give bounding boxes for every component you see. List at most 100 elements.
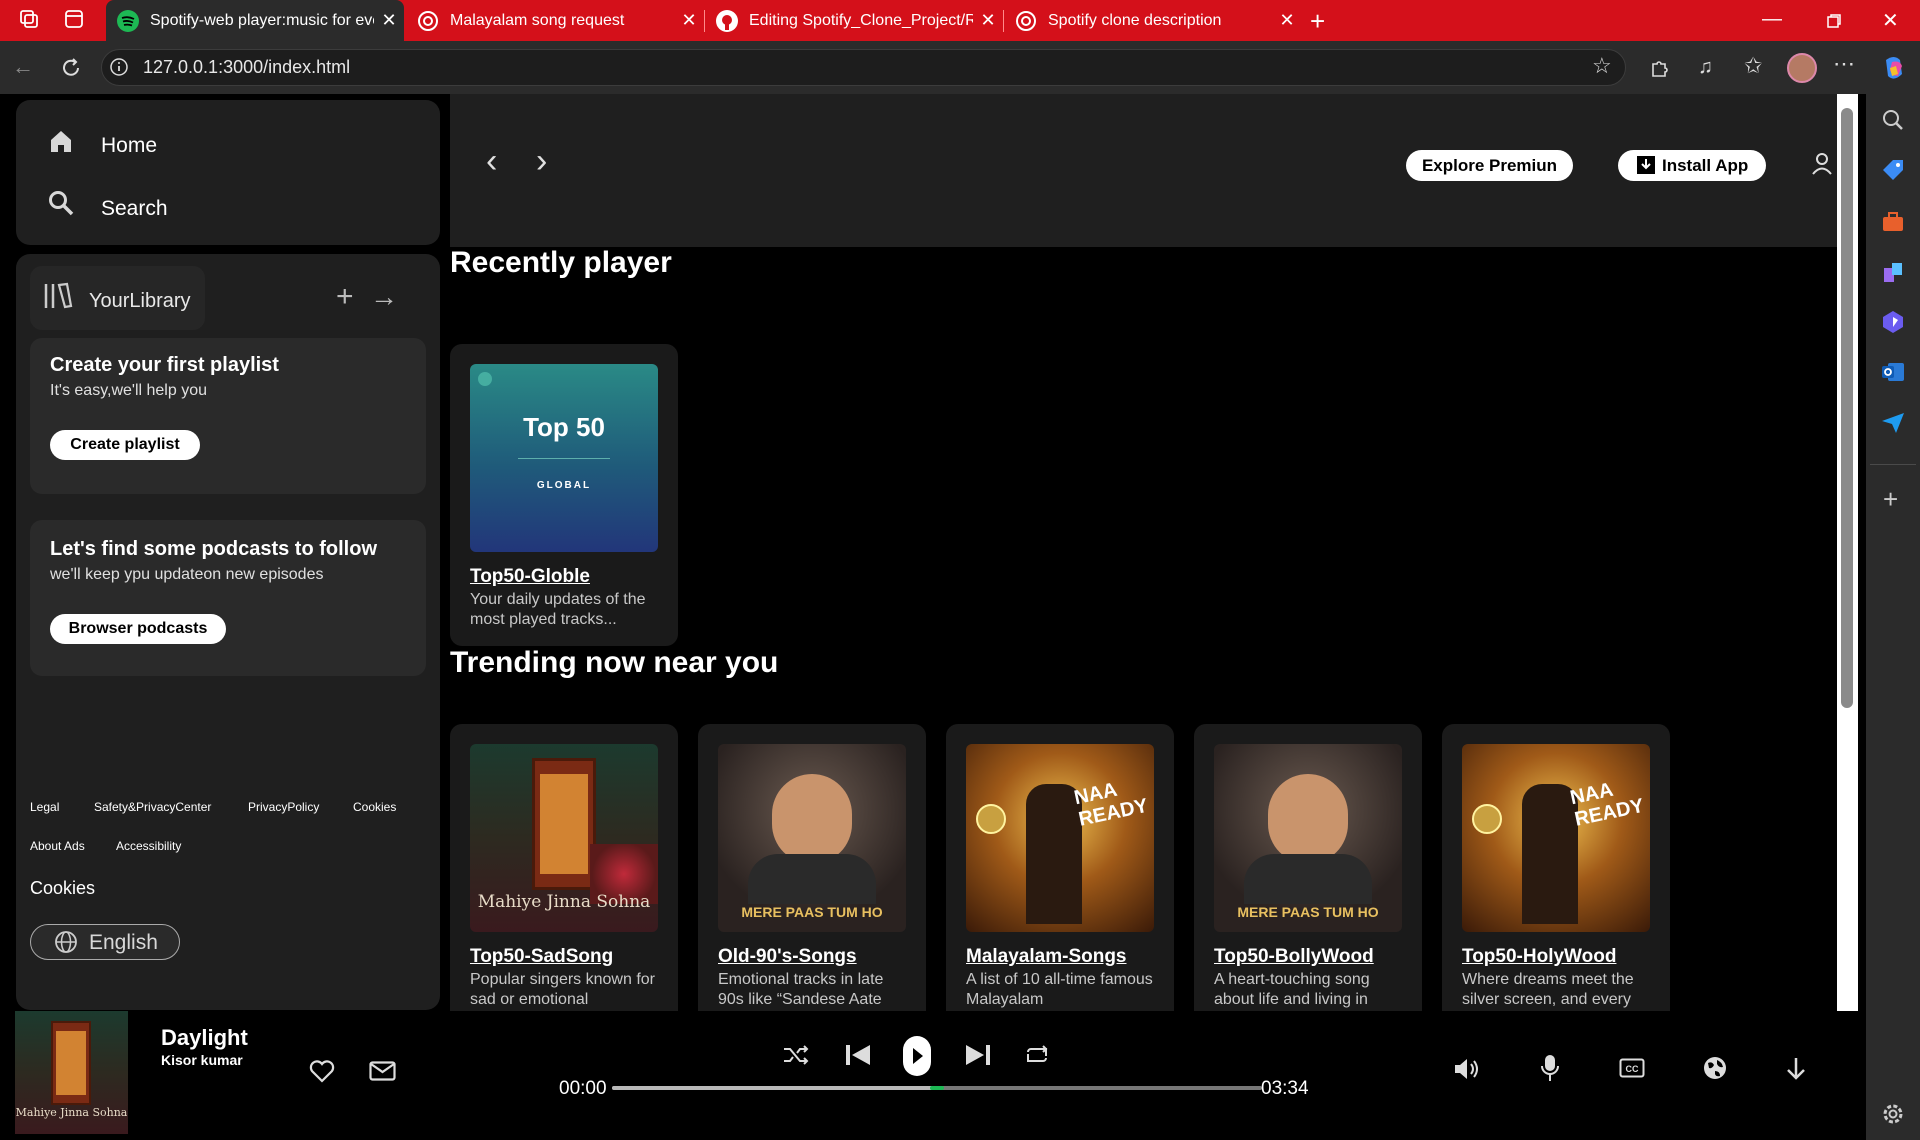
- shuffle-icon[interactable]: [782, 1044, 810, 1066]
- nav-search[interactable]: Search: [101, 197, 168, 221]
- close-tab-icon[interactable]: ✕: [1272, 10, 1302, 31]
- minimize-icon[interactable]: —: [1762, 8, 1782, 31]
- tab-label: Spotify clone description: [1048, 11, 1222, 29]
- heart-icon[interactable]: [309, 1059, 335, 1083]
- closed-captions-icon[interactable]: CC: [1619, 1058, 1645, 1078]
- globe-icon[interactable]: [1702, 1055, 1728, 1081]
- hero-figure-shape: [1026, 784, 1082, 924]
- browser-tabbar: Spotify-web player:music for ever ✕ Mala…: [0, 0, 1920, 41]
- playlist-card[interactable]: Mahiye Jinna Sohna Top50-SadSong Popular…: [450, 724, 678, 1024]
- repeat-icon[interactable]: [1023, 1044, 1051, 1066]
- now-playing-cover[interactable]: Mahiye Jinna Sohna: [15, 1011, 128, 1134]
- copilot-icon[interactable]: [1880, 54, 1908, 82]
- back-icon[interactable]: ←: [12, 56, 34, 78]
- tab-malayalam[interactable]: Malayalam song request ✕: [406, 0, 704, 41]
- user-icon[interactable]: [1811, 152, 1833, 176]
- card-title: Let's find some podcasts to follow: [50, 538, 378, 560]
- scrollbar-thumb[interactable]: [1841, 108, 1853, 708]
- trending-title: Trending now near you: [450, 646, 779, 679]
- card-title[interactable]: Malayalam-Songs: [966, 946, 1127, 968]
- podcasts-card: Let's find some podcasts to follow we'll…: [30, 520, 426, 676]
- footer-link-privacy[interactable]: PrivacyPolicy: [248, 800, 319, 814]
- card-title[interactable]: Old-90's-Songs: [718, 946, 857, 968]
- tab-github[interactable]: Editing Spotify_Clone_Project/RE/ ✕: [705, 0, 1003, 41]
- footer-link-about-ads[interactable]: About Ads: [30, 839, 85, 853]
- profile-avatar[interactable]: [1787, 53, 1817, 83]
- download-arrow-icon[interactable]: [1785, 1056, 1807, 1082]
- copilot-app-icon[interactable]: [1879, 308, 1907, 336]
- card-description: Emotional tracks in late 90s like “Sande…: [718, 971, 884, 1008]
- tab-description[interactable]: Spotify clone description ✕: [1004, 0, 1302, 41]
- next-icon[interactable]: [964, 1043, 992, 1067]
- browse-podcasts-button[interactable]: Browser podcasts: [50, 614, 226, 644]
- add-sidebar-icon[interactable]: +: [1883, 484, 1898, 515]
- reload-icon[interactable]: [59, 56, 83, 80]
- playlist-card[interactable]: Top 50 GLOBAL Top50-Globle Your daily up…: [450, 344, 678, 646]
- outlook-icon[interactable]: [1879, 358, 1907, 386]
- close-window-icon[interactable]: ✕: [1882, 8, 1899, 33]
- card-description: Where dreams meet the silver screen, and…: [1462, 971, 1634, 1008]
- new-tab-icon[interactable]: +: [1310, 6, 1325, 37]
- card-title[interactable]: Top50-BollyWood: [1214, 946, 1374, 968]
- card-title[interactable]: Top50-HolyWood: [1462, 946, 1616, 968]
- send-icon[interactable]: [1879, 408, 1907, 436]
- main-content: ‹ › Explore Premiun Install App Recently…: [450, 94, 1837, 1024]
- playlist-card[interactable]: NAA READY Top50-HolyWood Where dreams me…: [1442, 724, 1670, 1024]
- malayalam-cover-art: NAA READY: [966, 744, 1154, 932]
- playlist-card[interactable]: NAA READY Malayalam-Songs A list of 10 a…: [946, 724, 1174, 1024]
- media-icon[interactable]: ♫: [1698, 56, 1713, 78]
- back-arrow-icon[interactable]: ‹: [486, 144, 497, 178]
- leo-badge-shape: [976, 804, 1006, 834]
- nav-home[interactable]: Home: [101, 134, 157, 158]
- total-time: 03:34: [1261, 1078, 1309, 1099]
- footer-link-cookies[interactable]: Cookies: [353, 800, 396, 814]
- favorite-star-icon[interactable]: ☆: [1592, 55, 1612, 77]
- add-playlist-icon[interactable]: +: [336, 282, 354, 312]
- home-icon[interactable]: [48, 128, 74, 154]
- footer-link-safety[interactable]: Safety&PrivacyCenter: [94, 800, 211, 814]
- artist-name[interactable]: Kisor kumar: [161, 1052, 243, 1068]
- tag-icon[interactable]: [1879, 156, 1907, 184]
- close-tab-icon[interactable]: ✕: [973, 10, 1003, 31]
- expand-arrow-icon[interactable]: →: [370, 282, 398, 312]
- info-icon[interactable]: [110, 58, 128, 76]
- mail-icon[interactable]: [369, 1061, 396, 1081]
- close-tab-icon[interactable]: ✕: [374, 10, 404, 31]
- search-icon[interactable]: [48, 190, 74, 216]
- volume-icon[interactable]: [1453, 1056, 1483, 1082]
- tab-actions-icon[interactable]: [64, 9, 84, 29]
- games-icon[interactable]: [1879, 258, 1907, 286]
- create-playlist-button[interactable]: Create playlist: [50, 430, 200, 460]
- explore-premium-button[interactable]: Explore Premiun: [1406, 150, 1573, 181]
- url-text: 127.0.0.1:3000/index.html: [143, 57, 351, 77]
- language-label: English: [89, 931, 158, 954]
- settings-gear-icon[interactable]: [1879, 1100, 1907, 1128]
- microphone-icon[interactable]: [1540, 1054, 1560, 1082]
- card-title[interactable]: Top50-SadSong: [470, 946, 613, 968]
- favorites-icon[interactable]: ✩: [1744, 55, 1762, 77]
- briefcase-icon[interactable]: [1879, 208, 1907, 236]
- card-title: Create your first playlist: [50, 354, 279, 376]
- playlist-card[interactable]: MERE PAAS TUM HO Top50-BollyWood A heart…: [1194, 724, 1422, 1024]
- footer-link-accessibility[interactable]: Accessibility: [116, 839, 181, 853]
- cover-title: NAA READY: [1072, 778, 1150, 831]
- search-icon[interactable]: [1879, 106, 1907, 134]
- svg-text:CC: CC: [1626, 1064, 1639, 1074]
- cover-title: MERE PAAS TUM HO: [741, 904, 883, 920]
- progress-knob[interactable]: [930, 1086, 944, 1090]
- playlist-card[interactable]: MERE PAAS TUM HO Old-90's-Songs Emotiona…: [698, 724, 926, 1024]
- cookies-link[interactable]: Cookies: [30, 878, 95, 899]
- restore-icon[interactable]: [1826, 13, 1842, 29]
- tab-label: Malayalam song request: [450, 11, 625, 29]
- previous-icon[interactable]: [844, 1043, 872, 1067]
- library-label: YourLibrary: [89, 290, 191, 312]
- more-menu-icon[interactable]: ⋯: [1833, 53, 1855, 75]
- tab-spotify[interactable]: Spotify-web player:music for ever ✕: [106, 0, 404, 41]
- footer-link-legal[interactable]: Legal: [30, 800, 59, 814]
- workspaces-icon[interactable]: [18, 8, 40, 30]
- song-title[interactable]: Daylight: [161, 1025, 248, 1051]
- forward-arrow-icon[interactable]: ›: [536, 144, 547, 178]
- extensions-icon[interactable]: [1648, 56, 1672, 80]
- card-title[interactable]: Top50-Globle: [470, 566, 590, 588]
- close-tab-icon[interactable]: ✕: [674, 10, 704, 31]
